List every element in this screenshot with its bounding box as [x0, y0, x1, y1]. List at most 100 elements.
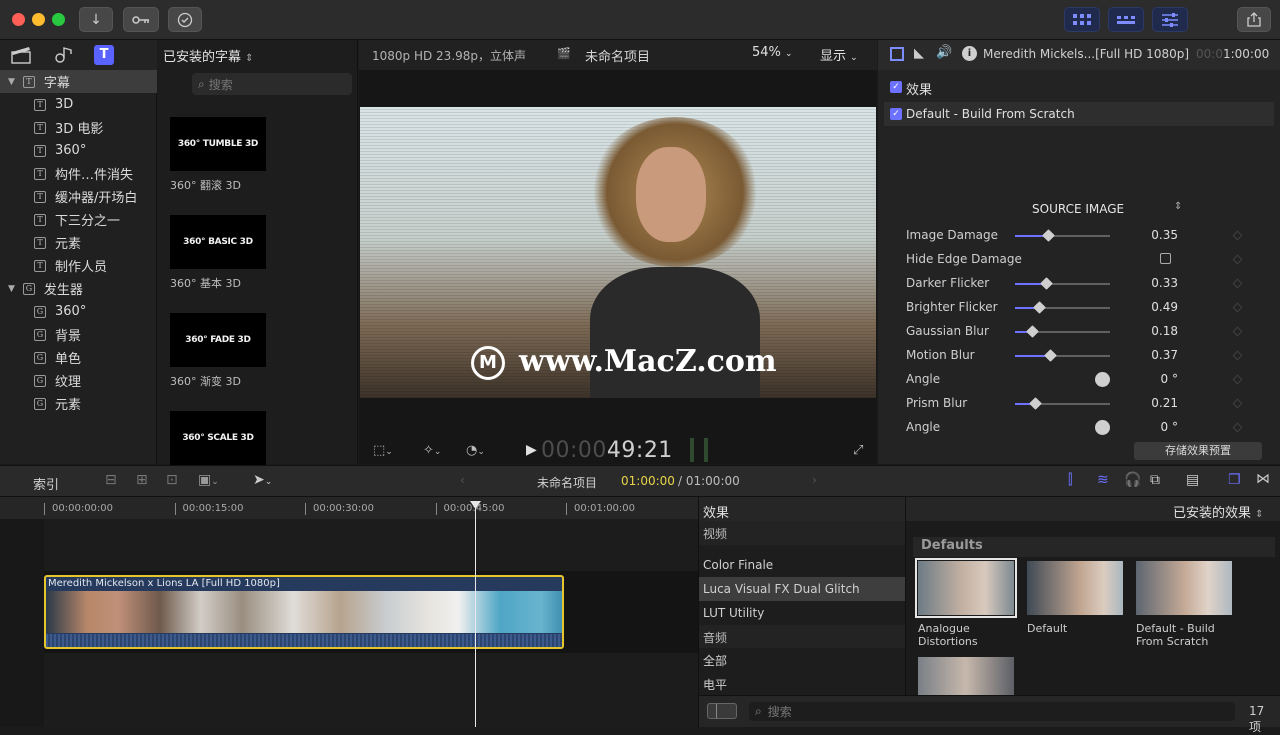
effect-thumbnail[interactable] [1136, 561, 1232, 615]
sidebar-item[interactable]: G 元素 [0, 392, 157, 415]
updown-chevron-icon[interactable]: ⇕ [1174, 201, 1182, 212]
titles-generators-icon[interactable]: T [94, 45, 114, 65]
slider-knob[interactable] [1044, 349, 1058, 362]
sidebar-item[interactable]: T 3D 电影 [0, 116, 157, 139]
timeline-clip[interactable]: Meredith Mickelson x Lions LA [Full HD 1… [44, 575, 564, 649]
timeline-ruler[interactable]: 00:00:00:00 00:00:15:00 00:00:30:00 00:00:4… [0, 497, 698, 519]
search-field[interactable]: ⌕ 搜索 [192, 73, 352, 95]
effect-thumbnail[interactable] [918, 657, 1014, 695]
keyframe-icon[interactable] [1232, 398, 1243, 409]
sidebar-item[interactable]: T 360° [0, 139, 157, 162]
sidebar-item[interactable]: T 元素 [0, 231, 157, 254]
select-tool-icon[interactable]: ➤⌄ [253, 472, 272, 488]
fullscreen-button[interactable]: ⤢ [853, 443, 863, 458]
background-tasks-button[interactable] [168, 7, 202, 32]
keyframe-icon[interactable] [1232, 302, 1243, 313]
info-icon[interactable]: i [962, 46, 977, 61]
filmstrip-icon[interactable]: ▤ [1186, 472, 1199, 488]
clapper-icon[interactable] [10, 45, 32, 65]
sidebar-item[interactable]: G 360° [0, 300, 157, 323]
param-value[interactable]: 0.33 [1118, 276, 1178, 290]
slider-knob[interactable] [1029, 397, 1042, 410]
audio-inspector-icon[interactable]: 🔊 [936, 45, 952, 60]
angle-dial[interactable] [1095, 372, 1110, 387]
browser-toggle-button[interactable] [1064, 7, 1100, 32]
keyframe-icon[interactable] [1232, 350, 1243, 361]
effect-category[interactable]: 音频 [699, 625, 905, 649]
param-value[interactable]: 0.37 [1118, 348, 1178, 362]
slider-knob[interactable] [1042, 229, 1056, 242]
keyframe-icon[interactable] [1232, 326, 1243, 337]
play-button[interactable]: ▶ [526, 442, 537, 458]
append-clip-icon[interactable]: ⊡ [166, 472, 178, 488]
transform-popup[interactable]: ⬚⌄ [373, 443, 393, 458]
effect-category[interactable]: Color Finale [699, 553, 905, 577]
headphones-icon[interactable]: 🎧 [1124, 472, 1141, 488]
browser-title[interactable]: 已安装的字幕 ⇕ [163, 46, 353, 65]
audio-skimming-icon[interactable]: ≋ [1097, 472, 1109, 488]
title-thumbnail[interactable]: 360° TUMBLE 3D [170, 117, 266, 171]
disclosure-triangle-icon[interactable]: ▼ [8, 77, 15, 87]
effect-thumbnail[interactable] [1027, 561, 1123, 615]
music-photo-icon[interactable] [52, 45, 74, 65]
index-button[interactable]: 索引 [33, 474, 59, 493]
keyframe-icon[interactable] [1232, 422, 1243, 433]
param-value[interactable]: 0.21 [1118, 396, 1178, 410]
snapping-icon[interactable]: ⧉ [1150, 472, 1160, 488]
sidebar-item[interactable]: ▼ T 字幕 [0, 70, 157, 93]
inspector-toggle-button[interactable] [1152, 7, 1188, 32]
effects-search-field[interactable]: ⌕ 搜索 [749, 702, 1235, 721]
sidebar-item[interactable]: G 背景 [0, 323, 157, 346]
slider-knob[interactable] [1026, 325, 1039, 338]
keyframe-icon[interactable] [1232, 254, 1243, 265]
param-slider[interactable] [1015, 349, 1110, 362]
param-value[interactable]: 0 ° [1118, 372, 1178, 386]
effect-category[interactable]: 电平 [699, 672, 905, 696]
display-popup[interactable]: 显示 ⌄ [820, 45, 858, 64]
sidebar-item[interactable]: ▼ G 发生器 [0, 277, 157, 300]
keyframe-icon[interactable] [1232, 374, 1243, 385]
sidebar-item[interactable]: G 单色 [0, 346, 157, 369]
param-value[interactable]: 0.18 [1118, 324, 1178, 338]
keyframe-icon[interactable] [1232, 230, 1243, 241]
param-value[interactable]: 0.49 [1118, 300, 1178, 314]
sidebar-item[interactable]: T 3D [0, 93, 157, 116]
connect-clip-icon[interactable]: ⊟ [105, 472, 117, 488]
zoom-popup[interactable]: 54% ⌄ [752, 45, 793, 60]
effect-thumbnail[interactable] [915, 558, 1017, 618]
section-popup[interactable]: SOURCE IMAGE [1032, 202, 1124, 216]
effects-checkbox[interactable]: ✓ [890, 81, 902, 93]
enhance-popup[interactable]: ✧⌄ [423, 443, 441, 458]
param-slider[interactable] [1015, 301, 1110, 314]
sidebar-item[interactable]: T 制作人员 [0, 254, 157, 277]
title-thumbnail[interactable]: 360° FADE 3D [170, 313, 266, 367]
retime-popup[interactable]: ◔⌄ [466, 443, 485, 458]
timeline-toggle-button[interactable] [1108, 7, 1144, 32]
effect-category[interactable]: LUT Utility [699, 601, 905, 625]
effect-category[interactable]: 视频 [699, 521, 905, 545]
insert-clip-icon[interactable]: ⊞ [136, 472, 148, 488]
video-inspector-icon[interactable] [890, 47, 904, 61]
title-thumbnail[interactable]: 360° BASIC 3D [170, 215, 266, 269]
overwrite-clip-icon[interactable]: ▣⌄ [198, 472, 219, 488]
param-slider[interactable] [1015, 325, 1110, 338]
sidebar-item[interactable]: G 纹理 [0, 369, 157, 392]
slider-knob[interactable] [1032, 301, 1046, 314]
param-slider[interactable] [1015, 229, 1110, 242]
skimming-icon[interactable]: ⫿ [1068, 472, 1072, 488]
disclosure-triangle-icon[interactable]: ▼ [8, 284, 15, 294]
param-checkbox[interactable] [1160, 253, 1171, 264]
param-value[interactable]: 0 ° [1118, 420, 1178, 434]
zoom-button[interactable] [52, 13, 65, 26]
clip-appearance-icon[interactable]: ❐ [1228, 472, 1241, 488]
playhead[interactable] [475, 504, 476, 727]
title-thumbnail[interactable]: 360° SCALE 3D [170, 411, 266, 465]
forward-arrow-icon[interactable]: › [812, 473, 817, 487]
angle-dial[interactable] [1095, 420, 1110, 435]
sidebar-item[interactable]: T 构件…件消失 [0, 162, 157, 185]
effect-enable-checkbox[interactable]: ✓ [890, 108, 902, 120]
import-button[interactable]: ↓ [79, 7, 113, 32]
param-slider[interactable] [1015, 277, 1110, 290]
close-button[interactable] [12, 13, 25, 26]
back-arrow-icon[interactable]: ‹ [460, 473, 465, 487]
